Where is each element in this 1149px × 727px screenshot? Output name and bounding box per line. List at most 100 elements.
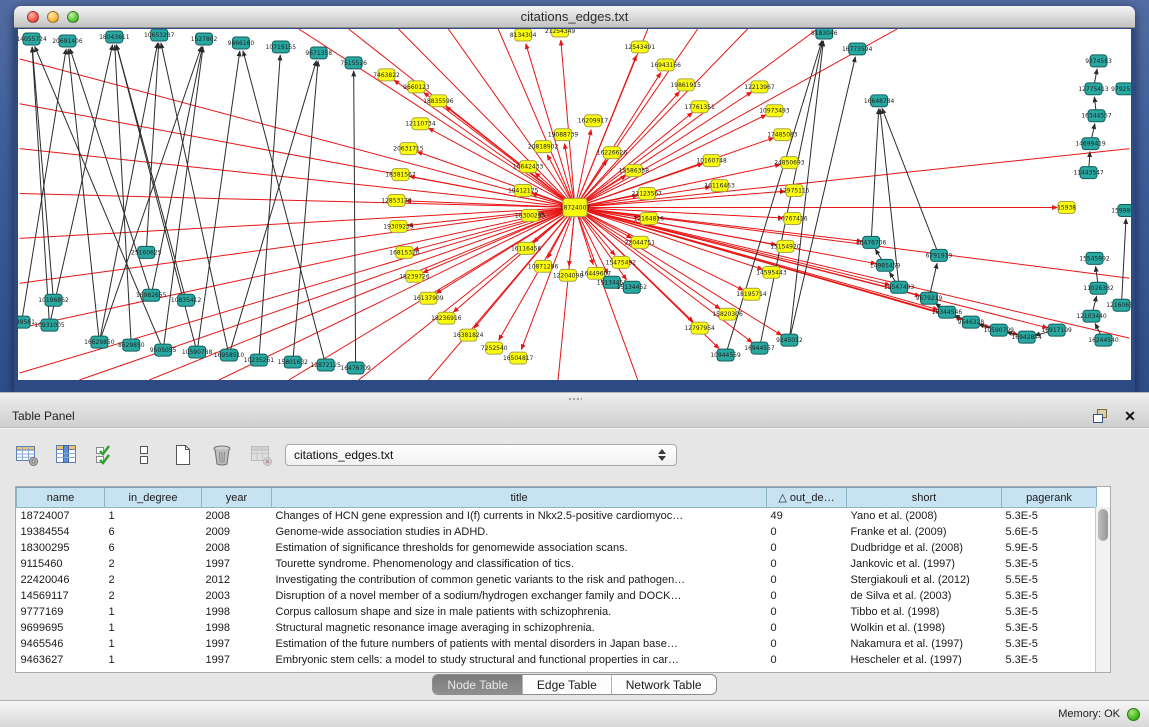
tab-network-table[interactable]: Network Table bbox=[612, 675, 716, 694]
graph-node[interactable]: 12110734 bbox=[405, 118, 436, 130]
graph-node[interactable]: 14595443 bbox=[756, 266, 787, 278]
network-canvas[interactable]: 1872400718835596121107342063171518381567… bbox=[18, 29, 1131, 380]
graph-node[interactable]: 9660123 bbox=[403, 81, 430, 93]
show-column-icon[interactable] bbox=[53, 442, 79, 468]
graph-node[interactable]: 12213967 bbox=[744, 81, 775, 93]
column-header-out_degree[interactable]: △ out_de… bbox=[767, 488, 847, 508]
network-window-titlebar[interactable]: citations_edges.txt bbox=[14, 6, 1135, 28]
column-header-in_degree[interactable]: in_degree bbox=[105, 488, 202, 508]
graph-node[interactable]: 15545992 bbox=[1079, 252, 1110, 264]
column-header-name[interactable]: name bbox=[17, 488, 105, 508]
table-row[interactable]: 1830029562008Estimation of significance … bbox=[17, 540, 1097, 556]
graph-node[interactable]: 24850693 bbox=[774, 157, 805, 169]
graph-node[interactable]: 16244540 bbox=[1088, 334, 1119, 346]
table-row[interactable]: 946554611997Estimation of the future num… bbox=[17, 636, 1097, 652]
graph-node[interactable]: 7463822 bbox=[373, 69, 400, 81]
graph-node[interactable]: 9679219 bbox=[916, 292, 943, 304]
graph-node[interactable]: 11443547 bbox=[1073, 167, 1104, 179]
graph-node[interactable]: 14699419 bbox=[1075, 138, 1106, 150]
graph-node[interactable]: 16476709 bbox=[340, 362, 371, 374]
graph-node[interactable]: 10719155 bbox=[266, 41, 297, 53]
graph-node[interactable]: 15547493 bbox=[884, 281, 915, 293]
graph-node[interactable]: 16942844 bbox=[1012, 331, 1043, 343]
graph-node[interactable]: 9245012 bbox=[776, 334, 803, 346]
graph-node[interactable]: 9671358 bbox=[305, 47, 332, 59]
memory-ok-icon[interactable] bbox=[1127, 708, 1140, 721]
graph-node[interactable]: 19861915 bbox=[670, 79, 701, 91]
graph-node[interactable]: 7252540 bbox=[481, 342, 508, 354]
graph-node[interactable]: 10973493 bbox=[759, 105, 790, 117]
graph-node[interactable]: 18835596 bbox=[423, 95, 454, 107]
graph-node[interactable]: 9792554 bbox=[1111, 83, 1131, 95]
graph-node[interactable]: 15938 bbox=[1057, 202, 1076, 214]
network-table-select[interactable]: citations_edges.txt bbox=[285, 444, 677, 466]
citation-network-graph[interactable]: 1872400718835596121107342063171518381567… bbox=[18, 29, 1131, 380]
graph-node[interactable]: 16116463 bbox=[704, 180, 735, 192]
graph-node[interactable]: 14055724 bbox=[18, 33, 47, 45]
graph-node[interactable]: 20818902 bbox=[528, 141, 559, 153]
graph-node[interactable]: 16944557 bbox=[744, 342, 775, 354]
graph-node[interactable]: 18043611 bbox=[99, 31, 130, 43]
graph-node[interactable]: 16344557 bbox=[1081, 110, 1112, 122]
graph-node[interactable]: 12853170 bbox=[381, 195, 412, 207]
graph-node[interactable]: 9466160 bbox=[228, 37, 255, 49]
graph-node[interactable]: 16504817 bbox=[503, 352, 534, 364]
delete-rows-icon[interactable] bbox=[209, 442, 235, 468]
table-row[interactable]: 1456911722003Disruption of a novel membe… bbox=[17, 588, 1097, 604]
panel-splitter[interactable] bbox=[0, 392, 1149, 405]
scrollbar-thumb[interactable] bbox=[1098, 509, 1108, 541]
graph-node[interactable]: 12775413 bbox=[1078, 83, 1109, 95]
graph-node[interactable]: 16982655 bbox=[136, 289, 167, 301]
graph-node[interactable]: 12103440 bbox=[1076, 310, 1107, 322]
table-row[interactable]: 969969511998Structural magnetic resonanc… bbox=[17, 620, 1097, 636]
graph-node[interactable]: 19412175 bbox=[508, 185, 539, 197]
select-rows-icon[interactable] bbox=[92, 442, 118, 468]
graph-node[interactable]: 19088739 bbox=[548, 129, 579, 141]
graph-node[interactable]: 10160748 bbox=[696, 155, 727, 167]
graph-node[interactable]: 16917199 bbox=[1041, 324, 1072, 336]
graph-node[interactable]: 20691406 bbox=[52, 35, 83, 47]
graph-node[interactable]: 10835412 bbox=[171, 294, 202, 306]
table-mode-icon[interactable] bbox=[14, 442, 40, 468]
table-row[interactable]: 1872400712008Changes of HCN gene express… bbox=[17, 508, 1097, 524]
table-row[interactable]: 2242004622012Investigating the contribut… bbox=[17, 572, 1097, 588]
table-row[interactable]: 1938455462009Genome-wide association stu… bbox=[17, 524, 1097, 540]
graph-node[interactable]: 9399561 bbox=[18, 316, 35, 328]
graph-node[interactable]: 12975115 bbox=[779, 185, 810, 197]
network-window[interactable]: citations_edges.txt 18724007 18835596 1211… bbox=[14, 6, 1135, 392]
float-panel-icon[interactable] bbox=[1089, 407, 1111, 425]
tab-node-table[interactable]: Node Table bbox=[433, 675, 523, 694]
table-row[interactable]: 946362711997Embryonic stem cells: a mode… bbox=[17, 652, 1097, 668]
table-row[interactable]: 977716911998Corpus callosum shape and si… bbox=[17, 604, 1097, 620]
close-panel-icon[interactable]: ✕ bbox=[1119, 407, 1141, 425]
graph-node[interactable]: 10944559 bbox=[710, 349, 741, 361]
graph-node[interactable]: 12204098 bbox=[553, 269, 584, 281]
graph-node[interactable]: 18195714 bbox=[736, 288, 767, 300]
graph-node[interactable]: 17761351 bbox=[684, 101, 715, 113]
graph-node[interactable]: 16943166 bbox=[651, 59, 682, 71]
graph-node[interactable]: 6791919 bbox=[926, 249, 953, 261]
graph-node[interactable]: 8629850 bbox=[118, 339, 145, 351]
graph-node[interactable]: 10653287 bbox=[144, 29, 175, 41]
graph-node[interactable]: 12872125 bbox=[311, 359, 342, 371]
graph-node[interactable]: 8134304 bbox=[510, 29, 537, 41]
graph-node[interactable]: 15586358 bbox=[619, 165, 650, 177]
graph-node[interactable]: 11026382 bbox=[1083, 282, 1114, 294]
graph-node[interactable]: 18236916 bbox=[431, 312, 462, 324]
graph-node[interactable]: 15820306 bbox=[712, 308, 743, 320]
new-table-icon[interactable] bbox=[170, 442, 196, 468]
column-header-year[interactable]: year bbox=[202, 488, 272, 508]
row-height-icon[interactable] bbox=[131, 442, 157, 468]
graph-node[interactable]: 15154920 bbox=[770, 240, 801, 252]
graph-node[interactable]: 16958510 bbox=[214, 349, 245, 361]
graph-node[interactable]: 16381824 bbox=[453, 329, 484, 341]
graph-node[interactable]: 18724007 bbox=[560, 199, 591, 217]
graph-node[interactable]: 15475492 bbox=[606, 256, 637, 268]
graph-node[interactable]: 9274583 bbox=[1085, 55, 1112, 67]
column-header-title[interactable]: title bbox=[272, 488, 767, 508]
graph-node[interactable]: 19309259 bbox=[383, 220, 414, 232]
graph-node[interactable]: 8183046 bbox=[811, 29, 838, 39]
graph-node[interactable]: 10931005 bbox=[34, 319, 65, 331]
splitter-grip-icon[interactable] bbox=[568, 397, 582, 402]
graph-node[interactable]: 12543491 bbox=[625, 41, 656, 53]
